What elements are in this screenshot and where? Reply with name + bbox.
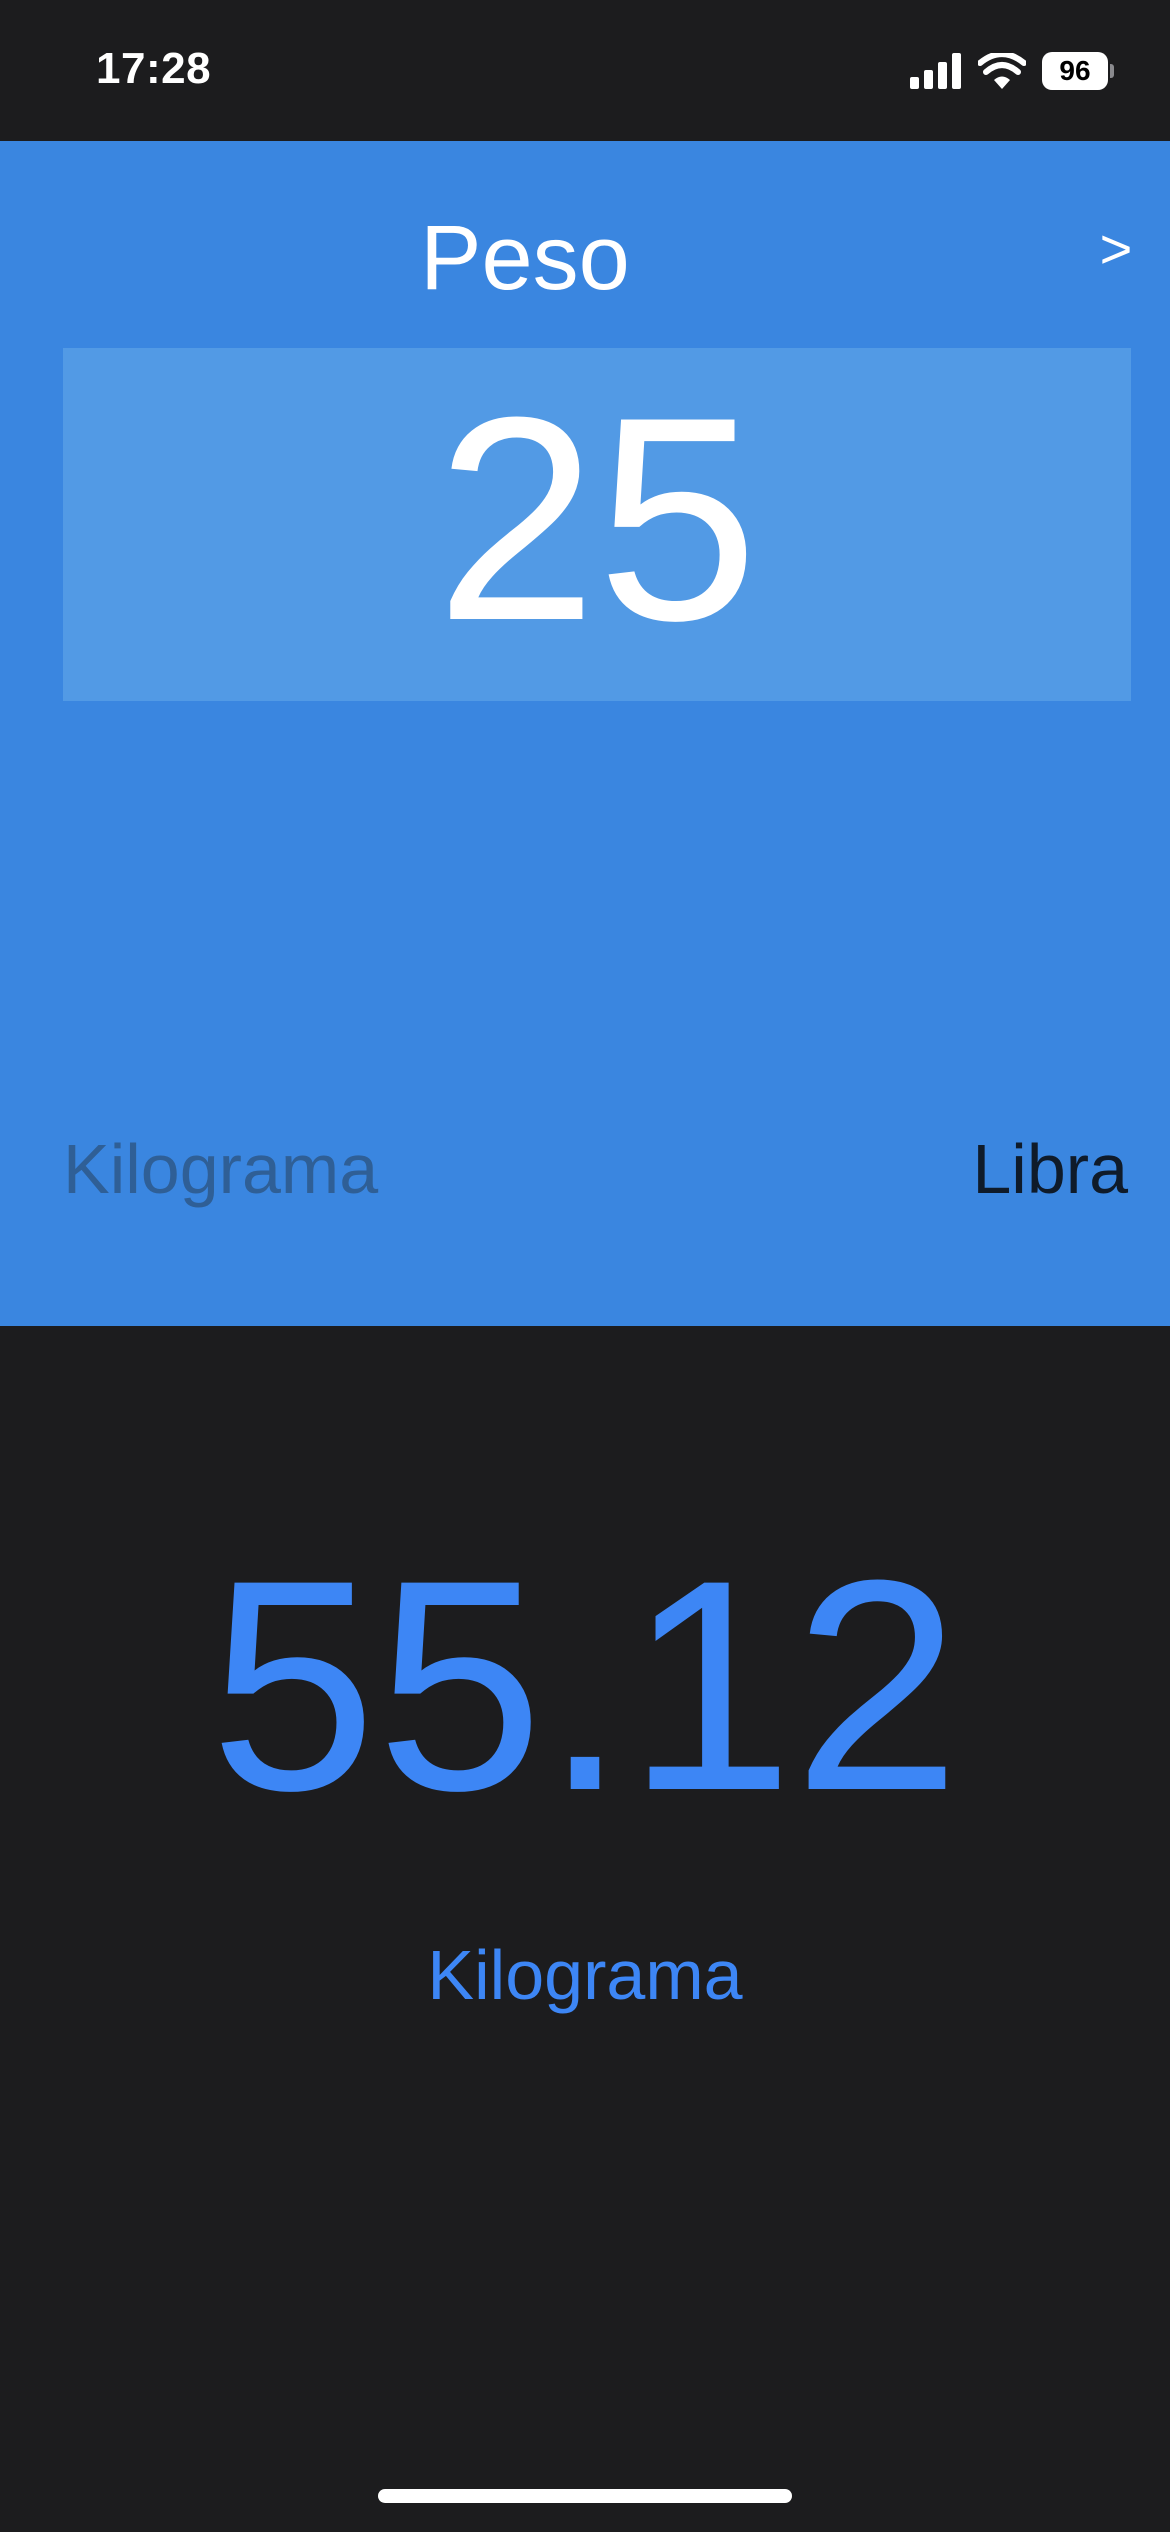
signal-icon (910, 53, 961, 89)
status-time: 17:28 (96, 44, 212, 93)
from-unit-option[interactable]: Kilograma (63, 1129, 378, 1209)
result-unit-label: Kilograma (427, 1936, 743, 2014)
input-value: 25 (435, 356, 759, 681)
value-input[interactable]: 25 (63, 348, 1131, 701)
wifi-icon (978, 53, 1026, 89)
to-unit-option[interactable]: Libra (972, 1129, 1128, 1209)
battery-icon: 96 (1042, 52, 1114, 90)
status-bar: 17:28 96 (0, 0, 1170, 141)
battery-tip (1110, 64, 1114, 78)
next-category-button[interactable]: > (1090, 221, 1142, 277)
page-title: Peso (420, 207, 630, 309)
result-value: 55.12 (209, 1517, 961, 1853)
converter-panel: Peso > 25 Kilograma Libra (0, 141, 1170, 1326)
battery-level: 96 (1042, 52, 1108, 90)
status-icons: 96 (910, 52, 1114, 90)
home-indicator[interactable] (378, 2489, 792, 2503)
